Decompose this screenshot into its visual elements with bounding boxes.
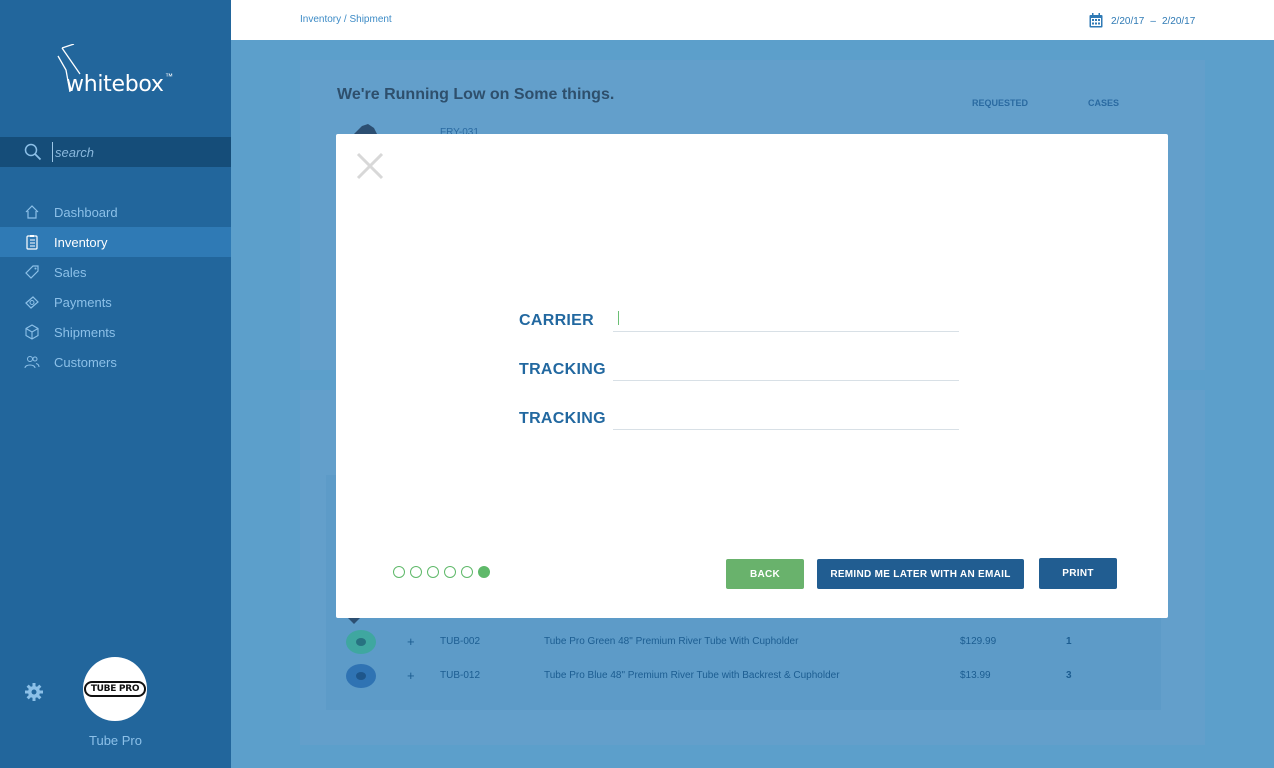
step-indicator	[393, 566, 490, 578]
carrier-input[interactable]	[613, 304, 959, 332]
date-from: 2/20/17	[1111, 16, 1145, 27]
row-price: $129.99	[960, 636, 997, 647]
step-dot	[461, 566, 473, 578]
row-qty: 1	[1066, 636, 1072, 647]
table-row: + TUB-012 Tube Pro Blue 48" Premium Rive…	[340, 662, 1140, 694]
shipment-modal: CARRIER TRACKING TRACKING BACK REMIND ME…	[336, 134, 1168, 618]
date-range[interactable]: 2/20/17–2/20/17	[1111, 16, 1195, 27]
sidebar-nav: Dashboard Inventory Sales Payments Shipm…	[0, 197, 231, 377]
calendar-icon[interactable]	[1089, 13, 1103, 28]
row-description: Tube Pro Blue 48" Premium River Tube wit…	[544, 670, 840, 681]
breadcrumb[interactable]: Inventory / Shipment	[300, 14, 392, 25]
add-icon[interactable]: +	[407, 634, 415, 649]
tracking-input[interactable]	[613, 402, 959, 430]
date-to: 2/20/17	[1161, 16, 1196, 27]
sidebar-item-label: Dashboard	[54, 205, 118, 220]
add-icon[interactable]: +	[407, 668, 415, 683]
search-bar	[0, 137, 231, 167]
sidebar-item-label: Shipments	[54, 325, 116, 340]
box-icon	[25, 324, 39, 340]
logo-trademark: ™	[165, 72, 173, 81]
money-icon	[25, 296, 39, 309]
row-description: Tube Pro Green 48" Premium River Tube Wi…	[544, 636, 799, 647]
sidebar-item-label: Inventory	[54, 235, 108, 250]
users-icon	[24, 356, 40, 369]
avatar[interactable]: TUBE PRO	[83, 657, 147, 721]
step-dot-active	[478, 566, 490, 578]
sidebar-item-label: Payments	[54, 295, 112, 310]
clipboard-icon	[26, 235, 38, 250]
row-qty: 3	[1066, 670, 1072, 681]
row-price: $13.99	[960, 670, 991, 681]
top-bar: Inventory / Shipment 2/20/17–2/20/17	[231, 0, 1274, 40]
sidebar-item-label: Customers	[54, 355, 117, 370]
tag-icon	[25, 265, 39, 279]
row-sku: TUB-012	[440, 670, 481, 681]
sidebar-item-customers[interactable]: Customers	[0, 347, 231, 377]
step-dot	[393, 566, 405, 578]
sidebar-item-dashboard[interactable]: Dashboard	[0, 197, 231, 227]
tube-icon	[346, 630, 376, 654]
step-dot	[444, 566, 456, 578]
search-icon	[24, 143, 42, 161]
tracking-label: TRACKING	[519, 361, 606, 378]
tracking-label: TRACKING	[519, 410, 606, 427]
home-icon	[25, 205, 39, 219]
sidebar-item-inventory[interactable]: Inventory	[0, 227, 231, 257]
step-dot	[410, 566, 422, 578]
low-stock-title: We're Running Low on Some things.	[337, 86, 615, 103]
sidebar-item-payments[interactable]: Payments	[0, 287, 231, 317]
col-cases: CASES	[1088, 98, 1120, 108]
table-row: + TUB-002 Tube Pro Green 48" Premium Riv…	[340, 628, 1140, 660]
back-button[interactable]: BACK	[726, 559, 804, 589]
sidebar-item-label: Sales	[54, 265, 87, 280]
remind-later-button[interactable]: REMIND ME LATER WITH AN EMAIL	[817, 559, 1024, 589]
sidebar: whitebox ™ Dashboard Inventory Sales Pay…	[0, 0, 231, 768]
gear-icon[interactable]	[24, 682, 44, 702]
brand-name: Tube Pro	[89, 733, 142, 748]
tube-icon	[346, 664, 376, 688]
sidebar-item-shipments[interactable]: Shipments	[0, 317, 231, 347]
carrier-label: CARRIER	[519, 312, 594, 329]
search-input[interactable]	[52, 142, 222, 162]
print-button[interactable]: PRINT	[1039, 558, 1117, 589]
tracking-input[interactable]	[613, 353, 959, 381]
text-caret	[618, 311, 619, 325]
col-requested: REQUESTED	[972, 98, 1029, 108]
date-separator: –	[1150, 16, 1156, 27]
sidebar-item-sales[interactable]: Sales	[0, 257, 231, 287]
step-dot	[427, 566, 439, 578]
logo[interactable]: whitebox	[66, 72, 164, 97]
row-sku: TUB-002	[440, 636, 481, 647]
close-icon[interactable]	[354, 150, 386, 182]
brand-logo: TUBE PRO	[83, 681, 147, 697]
